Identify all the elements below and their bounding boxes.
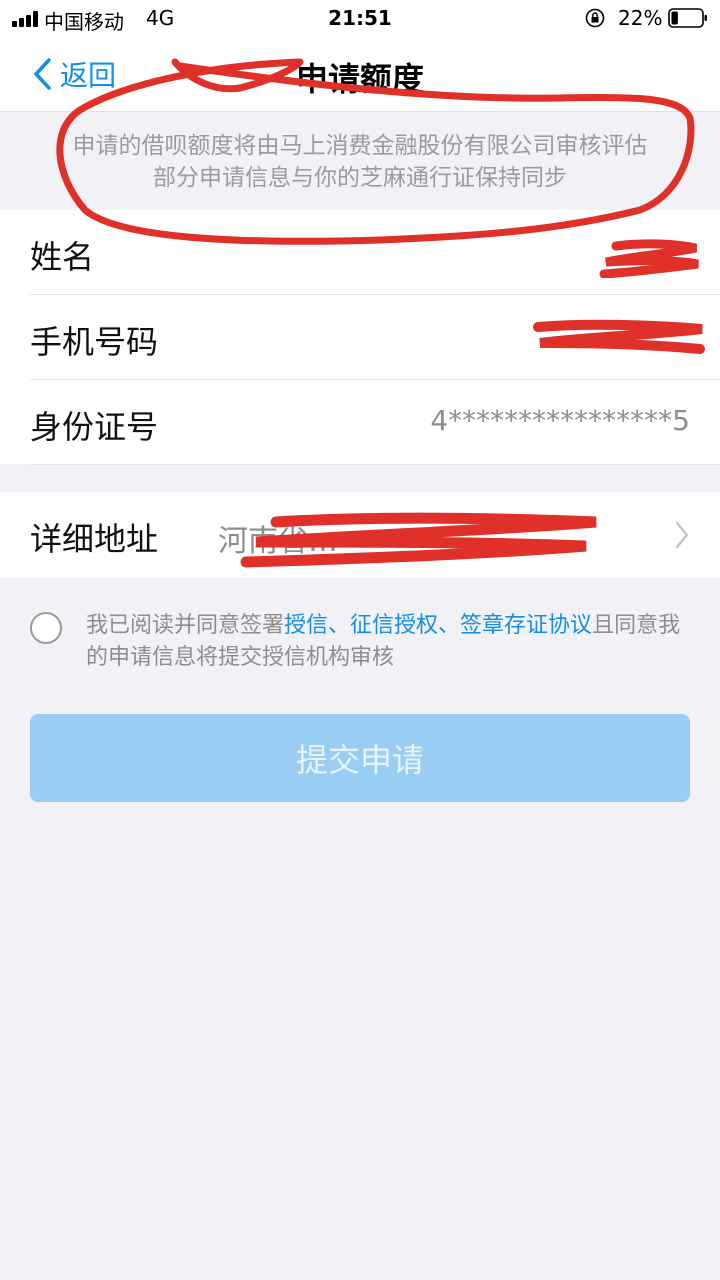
row-divider [30,464,720,465]
credit-authorization-link[interactable]: 征信授权、 [350,613,460,638]
signature-agreement-link[interactable]: 签章存证协议 [460,613,592,638]
phone-redaction [533,319,705,354]
notice-line-2: 部分申请信息与你的芝麻通行证保持同步 [153,165,567,191]
nav-bar: 返回 申请额度 [0,36,720,112]
submit-button[interactable]: 提交申请 [30,714,690,802]
battery-icon [668,8,707,28]
status-time: 21:51 [328,6,392,30]
id-value: 4****************5 [430,404,690,437]
notice-banner: 申请的借呗额度将由马上消费金融股份有限公司审核评估 部分申请信息与你的芝麻通行证… [0,112,720,210]
id-label: 身份证号 [30,408,159,446]
agreement-section: 我已阅读并同意签署授信、征信授权、签章存证协议且同意我的申请信息将提交授信机构审… [0,600,720,690]
address-redaction [240,512,597,568]
address-group: 详细地址 河南省… [0,492,720,578]
orientation-lock-icon [585,8,605,28]
agreement-text: 我已阅读并同意签署授信、征信授权、签章存证协议且同意我的申请信息将提交授信机构审… [86,610,696,674]
agreement-checkbox[interactable] [30,612,62,644]
page-title: 申请额度 [295,60,424,98]
personal-info-group: 姓名 手机号码 身份证号 4****************5 [0,210,720,465]
address-row[interactable]: 详细地址 河南省… [0,492,720,577]
app-screen: 中国移动 4G 21:51 22% 返回 申请额度 申请的借呗额度将由马上消费金… [0,0,720,1280]
id-row: 身份证号 4****************5 [0,380,720,465]
chevron-right-icon [675,521,689,549]
agreement-prefix: 我已阅读并同意签署 [86,613,285,638]
name-label: 姓名 [30,238,95,276]
name-redaction [599,239,699,278]
phone-label: 手机号码 [30,323,159,361]
address-label: 详细地址 [30,520,159,558]
name-row: 姓名 [0,210,720,295]
notice-line-1: 申请的借呗额度将由马上消费金融股份有限公司审核评估 [72,133,648,159]
phone-row: 手机号码 [0,295,720,380]
battery-percent: 22% [618,6,663,30]
status-bar: 中国移动 4G 21:51 22% [0,0,720,36]
credit-agreement-link[interactable]: 授信、 [284,613,350,638]
